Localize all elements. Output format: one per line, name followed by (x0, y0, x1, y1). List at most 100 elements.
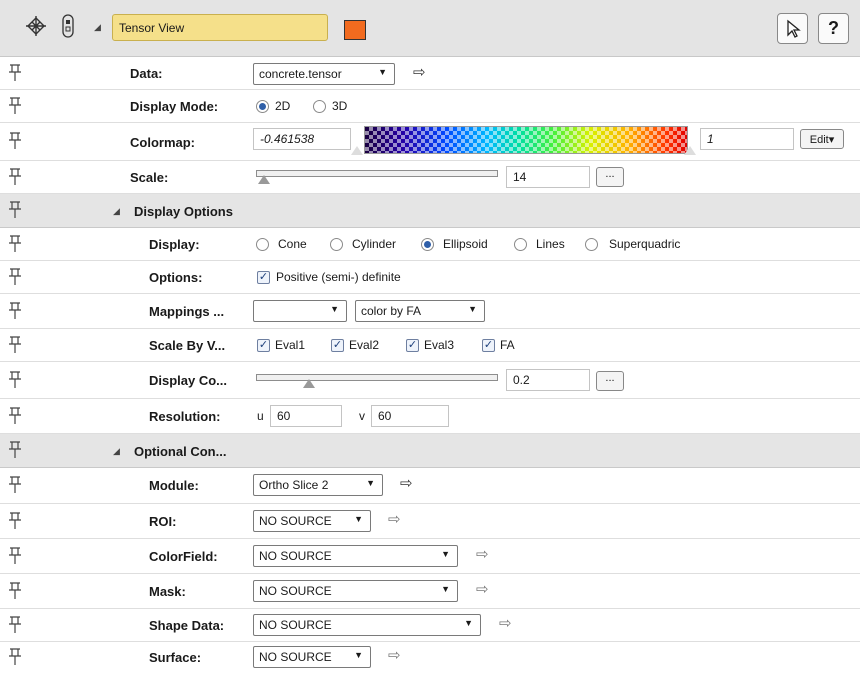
surface-label: Surface: (149, 650, 202, 665)
radio-cone[interactable] (256, 238, 269, 251)
eval2-checkbox[interactable]: ✓ (331, 339, 344, 352)
radio-lines[interactable] (514, 238, 527, 251)
pin-icon[interactable] (8, 63, 22, 86)
module-name-field[interactable]: Tensor View (112, 14, 328, 41)
colormap-max-input[interactable]: 1 (700, 128, 794, 150)
scale-value-input[interactable]: 14 (506, 166, 590, 188)
group-display-options[interactable]: ◢ Display Options (0, 194, 860, 228)
pin-icon[interactable] (8, 581, 22, 604)
module-color-swatch[interactable] (344, 20, 366, 40)
data-select-value: concrete.tensor (259, 67, 342, 81)
mappings-label: Mappings ... (149, 304, 225, 319)
scale-slider-thumb[interactable] (258, 175, 270, 184)
help-button[interactable]: ? (818, 13, 849, 44)
radio-superquadric-label: Superquadric (609, 237, 681, 251)
positive-definite-label: Positive (semi-) definite (276, 270, 401, 284)
collapse-triangle-icon[interactable]: ◢ (113, 446, 120, 457)
radio-3d-label: 3D (332, 99, 348, 113)
colormap-min-input[interactable]: -0.461538 (253, 128, 351, 150)
radio-3d[interactable] (313, 100, 326, 113)
display-co-slider-thumb[interactable] (303, 379, 315, 388)
pin-icon[interactable] (8, 301, 22, 324)
chevron-down-icon: ▼ (330, 304, 339, 314)
pin-icon[interactable] (8, 546, 22, 569)
chevron-down-icon: ▼ (366, 478, 375, 488)
data-select[interactable]: concrete.tensor ▼ (253, 63, 395, 85)
pin-icon[interactable] (8, 335, 22, 358)
radio-superquadric[interactable] (585, 238, 598, 251)
positive-definite-checkbox[interactable]: ✓ (257, 271, 270, 284)
eval3-checkbox[interactable]: ✓ (406, 339, 419, 352)
display-co-value-input[interactable]: 0.2 (506, 369, 590, 391)
network-icon[interactable] (24, 14, 48, 41)
row-display-mode: Display Mode: 2D 3D (0, 90, 860, 123)
mappings-second-select[interactable]: color by FA ▼ (355, 300, 485, 322)
pin-icon[interactable] (8, 615, 22, 638)
radio-ellipsoid-label: Ellipsoid (443, 237, 488, 251)
module-header: ◢ Tensor View ? (0, 0, 860, 57)
shape-data-select[interactable]: NO SOURCE ▼ (253, 614, 481, 636)
radio-cylinder[interactable] (330, 238, 343, 251)
radio-2d[interactable] (256, 100, 269, 113)
help-icon: ? (828, 18, 839, 38)
colormap-bar[interactable] (364, 126, 688, 154)
radio-cylinder-label: Cylinder (352, 237, 397, 251)
pin-icon[interactable] (8, 96, 22, 119)
pin-icon[interactable] (8, 440, 22, 463)
module-label: Module: (149, 478, 199, 493)
pin-icon[interactable] (8, 131, 22, 154)
colormap-min-handle[interactable] (351, 146, 363, 155)
display-co-more-button[interactable]: ... (596, 371, 624, 391)
pin-icon[interactable] (8, 511, 22, 534)
group-optional-con[interactable]: ◢ Optional Con... (0, 434, 860, 468)
chevron-down-icon: ▼ (441, 549, 450, 559)
pin-icon[interactable] (8, 475, 22, 498)
radio-ellipsoid[interactable] (421, 238, 434, 251)
v-label: v (359, 409, 365, 423)
chevron-down-icon: ▼ (468, 304, 477, 314)
row-mask: Mask: NO SOURCE ▼ ⇨ (0, 574, 860, 609)
colormap-edit-button[interactable]: Edit▾ (800, 129, 844, 149)
roi-label: ROI: (149, 514, 177, 529)
pin-icon[interactable] (8, 234, 22, 257)
pin-icon[interactable] (8, 370, 22, 393)
display-co-slider[interactable] (256, 374, 498, 381)
pointer-button[interactable] (777, 13, 808, 44)
mask-select[interactable]: NO SOURCE ▼ (253, 580, 458, 602)
tensor-view-properties-panel: ◢ Tensor View ? Data: concrete.tensor ▼ … (0, 0, 860, 674)
pin-icon[interactable] (8, 167, 22, 190)
scale-more-button[interactable]: ... (596, 167, 624, 187)
fa-checkbox[interactable]: ✓ (482, 339, 495, 352)
scale-slider[interactable] (256, 170, 498, 177)
radio-cone-label: Cone (278, 237, 307, 251)
chevron-down-icon: ▼ (378, 67, 387, 77)
pin-icon[interactable] (8, 406, 22, 429)
resolution-u-input[interactable]: 60 (270, 405, 342, 427)
fa-label: FA (500, 338, 515, 352)
pin-icon[interactable] (8, 647, 22, 670)
arrow-right-icon[interactable]: ⇨ (499, 614, 512, 632)
pin-icon[interactable] (8, 267, 22, 290)
colormap-max-handle[interactable] (684, 146, 696, 155)
arrow-right-icon[interactable]: ⇨ (388, 646, 401, 664)
collapse-triangle-icon[interactable]: ◢ (94, 22, 101, 33)
optional-con-title: Optional Con... (134, 444, 227, 459)
arrow-right-icon[interactable]: ⇨ (476, 580, 489, 598)
module-select[interactable]: Ortho Slice 2 ▼ (253, 474, 383, 496)
arrow-right-icon[interactable]: ⇨ (413, 63, 426, 81)
collapse-triangle-icon[interactable]: ◢ (113, 206, 120, 217)
connection-icon[interactable] (61, 14, 75, 41)
surface-select[interactable]: NO SOURCE ▼ (253, 646, 371, 668)
row-colorfield: ColorField: NO SOURCE ▼ ⇨ (0, 539, 860, 574)
arrow-right-icon[interactable]: ⇨ (388, 510, 401, 528)
pin-icon[interactable] (8, 200, 22, 223)
resolution-v-input[interactable]: 60 (371, 405, 449, 427)
roi-select[interactable]: NO SOURCE ▼ (253, 510, 371, 532)
eval1-checkbox[interactable]: ✓ (257, 339, 270, 352)
arrow-right-icon[interactable]: ⇨ (400, 474, 413, 492)
colorfield-select[interactable]: NO SOURCE ▼ (253, 545, 458, 567)
arrow-right-icon[interactable]: ⇨ (476, 545, 489, 563)
radio-lines-label: Lines (536, 237, 565, 251)
surface-select-value: NO SOURCE (259, 650, 332, 664)
mappings-first-select[interactable]: ▼ (253, 300, 347, 322)
